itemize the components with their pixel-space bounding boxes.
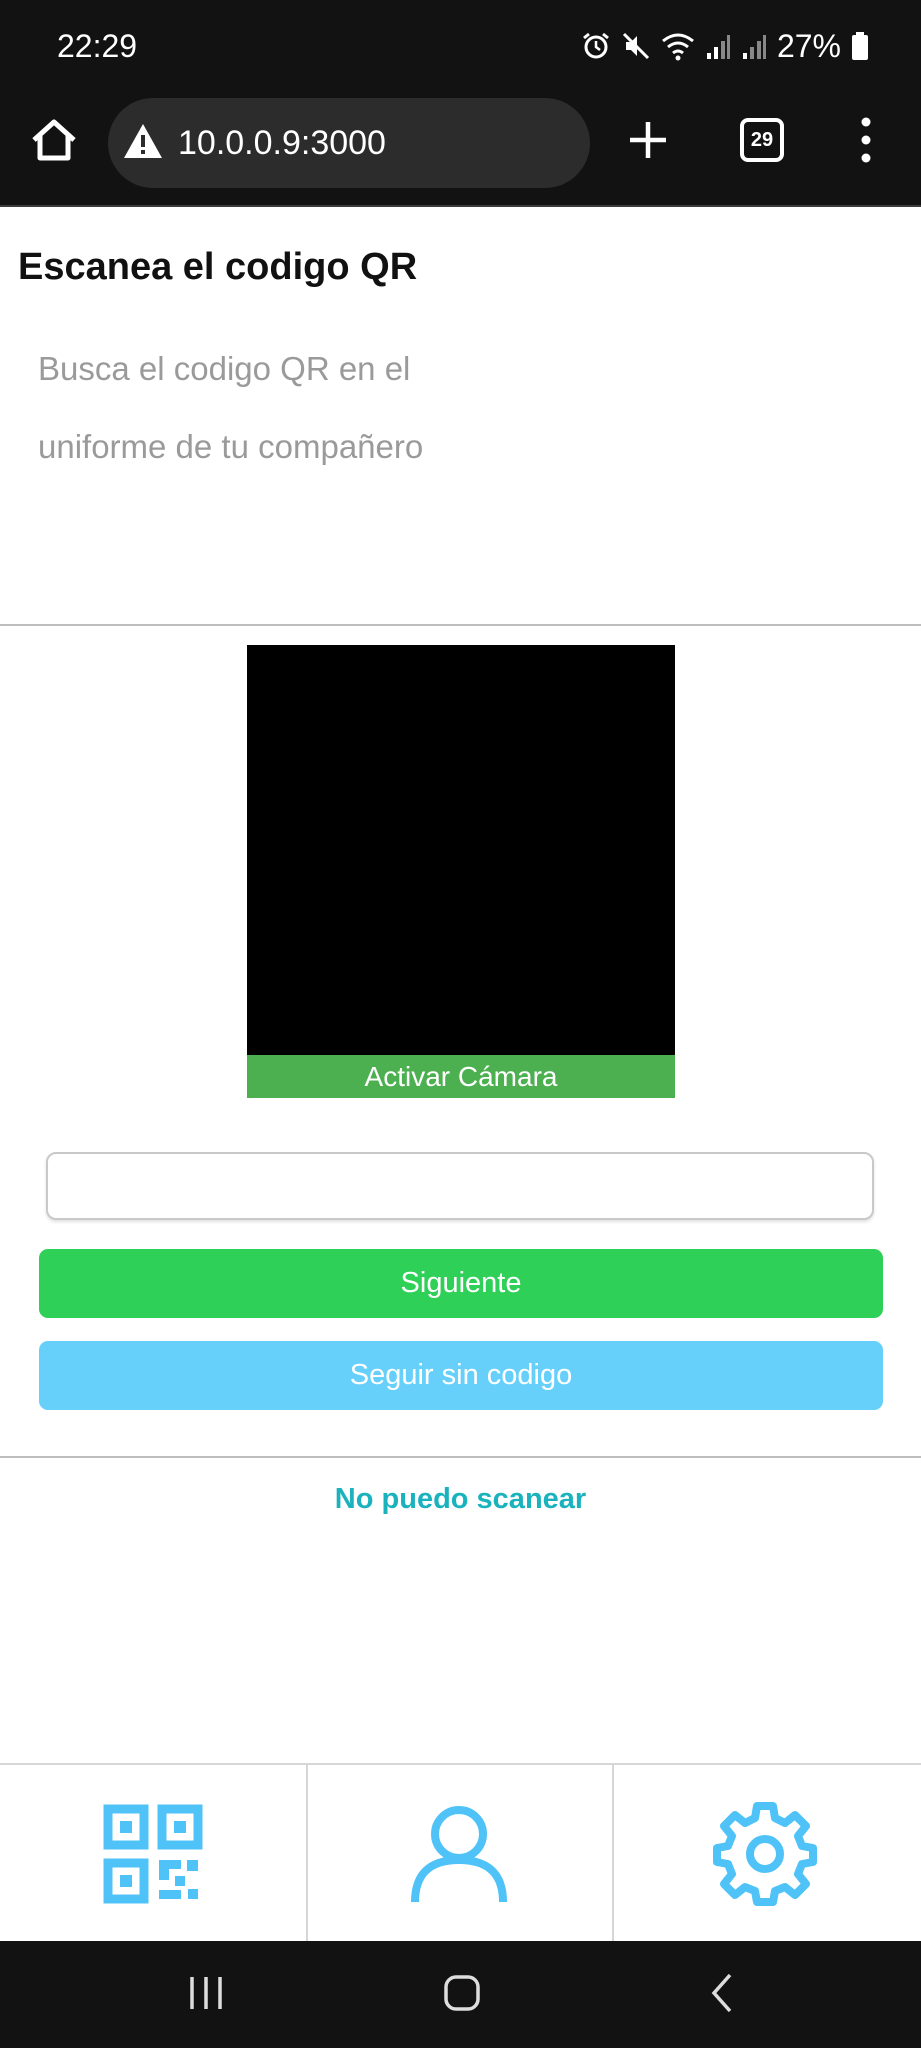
nav-item-profile[interactable] — [306, 1765, 614, 1943]
wifi-icon — [662, 33, 694, 61]
home-button[interactable] — [28, 114, 80, 166]
nav-item-scan[interactable] — [0, 1765, 308, 1943]
tab-switcher-button[interactable]: 29 — [740, 118, 784, 162]
home-nav-icon[interactable] — [442, 1971, 482, 2015]
home-icon — [32, 119, 76, 161]
status-bar: 22:29 27% — [0, 0, 921, 92]
system-nav-bar — [0, 1941, 921, 2048]
browser-toolbar: 10.0.0.9:3000 29 — [0, 92, 921, 207]
recent-apps-icon[interactable] — [186, 1971, 226, 2015]
status-icons: 27% — [581, 26, 869, 66]
page-subtitle: Busca el codigo QR en el uniforme de tu … — [38, 350, 424, 465]
user-icon — [411, 1806, 507, 1903]
qr-code-input[interactable] — [46, 1152, 874, 1220]
next-button[interactable]: Siguiente — [39, 1249, 883, 1318]
warning-icon — [124, 124, 162, 158]
signal-icon-2 — [742, 35, 766, 59]
back-icon[interactable] — [702, 1971, 742, 2015]
alarm-icon — [583, 32, 609, 59]
activate-camera-button[interactable]: Activar Cámara — [247, 1055, 675, 1098]
page-title: Escanea el codigo QR — [18, 246, 418, 288]
mute-icon — [622, 32, 650, 60]
plus-icon — [630, 122, 666, 158]
qr-code-icon — [103, 1804, 203, 1904]
more-vert-icon — [861, 117, 871, 163]
divider — [0, 624, 921, 626]
battery-percent: 27% — [776, 27, 841, 64]
url-text: 10.0.0.9:3000 — [178, 124, 386, 162]
camera-preview: Activar Cámara — [247, 645, 675, 1098]
new-tab-button[interactable] — [624, 116, 672, 164]
address-bar[interactable]: 10.0.0.9:3000 — [108, 98, 590, 188]
browser-menu-button[interactable] — [850, 112, 882, 168]
signal-icon — [706, 35, 730, 59]
divider — [0, 1456, 921, 1458]
cant-scan-link[interactable]: No puedo scanear — [0, 1483, 921, 1516]
skip-without-code-button[interactable]: Seguir sin codigo — [39, 1341, 883, 1410]
battery-icon — [852, 32, 868, 60]
gear-icon — [713, 1802, 817, 1906]
bottom-nav — [0, 1763, 921, 1943]
nav-item-settings[interactable] — [612, 1765, 918, 1943]
status-time: 22:29 — [57, 28, 138, 64]
